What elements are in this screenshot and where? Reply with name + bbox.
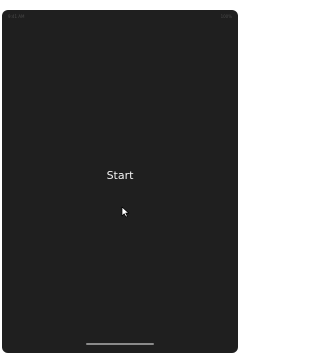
device-screen: 9:41 AM 100% Start xyxy=(2,10,238,353)
status-bar: 9:41 AM 100% xyxy=(2,10,238,22)
mouse-pointer-icon xyxy=(121,206,130,218)
home-indicator[interactable] xyxy=(86,343,154,345)
start-button[interactable]: Start xyxy=(100,167,140,185)
status-battery: 100% xyxy=(220,14,232,19)
status-time: 9:41 AM xyxy=(8,14,25,19)
